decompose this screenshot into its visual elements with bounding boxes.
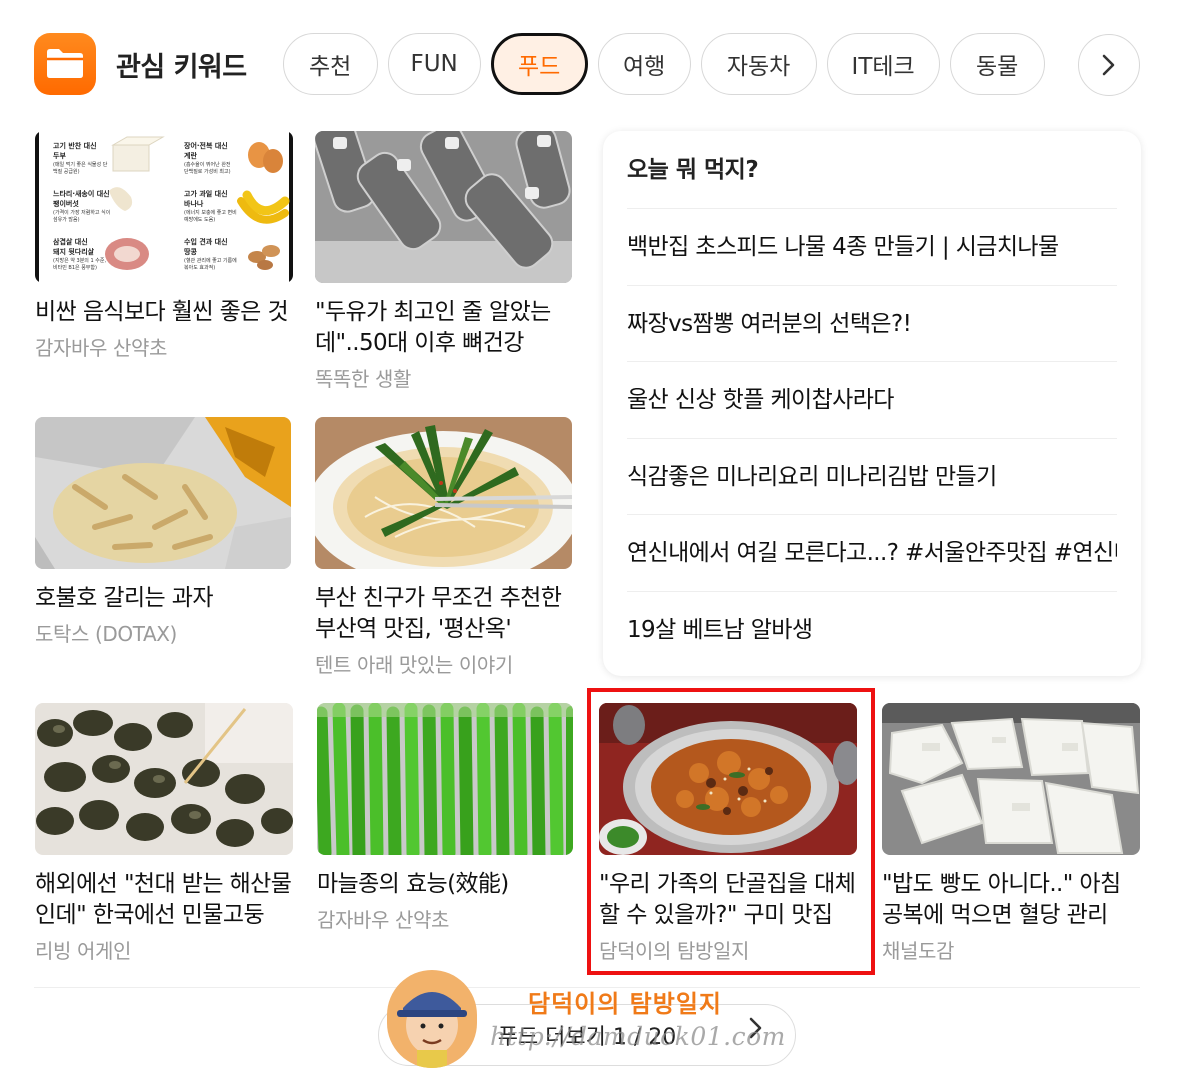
tab-food[interactable]: 푸드: [490, 33, 588, 95]
tab-car[interactable]: 자동차: [700, 33, 817, 95]
tab-animal[interactable]: 동물: [949, 33, 1045, 95]
card-source: 텐트 아래 맛있는 이야기: [315, 653, 513, 677]
card-thumbnail: [882, 703, 1140, 855]
card-thumbnail: [315, 417, 572, 569]
card-source: 감자바우 산약초: [35, 336, 167, 360]
card-thumbnail: [315, 131, 572, 283]
highlight-box: [587, 688, 875, 975]
content-card[interactable]: 고기 반찬 대신 두부 (매일 먹기 좋은 식물성 단백질 공급원) 장어·전복…: [35, 131, 293, 361]
list-item[interactable]: 울산 신상 핫플 케이찹사라다: [627, 362, 1117, 439]
tab-travel[interactable]: 여행: [597, 33, 691, 95]
tab-fun[interactable]: FUN: [387, 33, 481, 95]
card-source: 똑똑한 생활: [315, 367, 411, 391]
card-thumbnail: [317, 703, 573, 855]
nutrition-item: 삼겹살 대신 돼지 뒷다리살 (지방은 약 3분의 1 수준, 비타민 B1은 …: [53, 238, 107, 271]
list-item[interactable]: 연신내에서 여길 모른다고...? #서울안주맛집 #연신내: [627, 515, 1117, 592]
card-source: 도탁스 (DOTAX): [35, 622, 177, 646]
card-title[interactable]: 호불호 갈리는 과자: [35, 583, 291, 614]
watermark-name: 담덕이의 탐방일지: [528, 989, 722, 1018]
card-title[interactable]: "두유가 최고인 줄 알았는데"..50대 이후 뼈건강: [315, 297, 572, 359]
nutrition-item: 장어·전복 대신 계란 (흡수율이 뛰어난 완전 단백질로 가성비 최고): [184, 142, 231, 175]
content-card[interactable]: 부산 친구가 무조건 추천한 부산역 맛집, '평산옥' 텐트 아래 맛있는 이…: [315, 417, 572, 678]
panel-list: 백반집 초스피드 나물 4종 만들기 | 시금치나물 짜장vs짬뽕 여러분의 선…: [627, 209, 1117, 668]
panel-title: 오늘 뭐 먹지?: [627, 131, 1117, 209]
content-card[interactable]: "밥도 빵도 아니다.." 아침 공복에 먹으면 혈당 관리 채널도감: [882, 703, 1140, 964]
card-title[interactable]: 비싼 음식보다 훨씬 좋은 것: [35, 297, 293, 328]
nutrition-item: 느타리·새송이 대신 팽이버섯 (가격이 가장 저렴하고 식이섬유가 많음): [53, 190, 111, 223]
card-thumbnail: [35, 703, 293, 855]
card-thumbnail: 고기 반찬 대신 두부 (매일 먹기 좋은 식물성 단백질 공급원) 장어·전복…: [35, 131, 293, 283]
content-card[interactable]: 해외에선 "천대 받는 해산물인데" 한국에선 민물고둥 리빙 어게인: [35, 703, 293, 964]
list-item[interactable]: 식감좋은 미나리요리 미나리김밥 만들기: [627, 439, 1117, 515]
card-title[interactable]: 부산 친구가 무조건 추천한 부산역 맛집, '평산옥': [315, 583, 572, 645]
nutrition-item: 고가 과일 대신 바나나 (에너지 보충에 좋고 변비 예방에도 도움): [184, 190, 237, 223]
tab-recommend[interactable]: 추천: [282, 33, 378, 95]
card-title[interactable]: 마늘종의 효능(效能): [317, 869, 573, 900]
content-card[interactable]: 마늘종의 효능(效能) 감자바우 산약초: [317, 703, 573, 933]
tab-it-tech[interactable]: IT테크: [826, 33, 940, 95]
nutrition-item: 수입 견과 대신 땅콩 (혈관 관리에 좋고 기름에 볶아도 효과적): [184, 238, 237, 271]
content-card[interactable]: 호불호 갈리는 과자 도탁스 (DOTAX): [35, 417, 291, 647]
card-source: 감자바우 산약초: [317, 908, 449, 932]
list-item[interactable]: 백반집 초스피드 나물 4종 만들기 | 시금치나물: [627, 209, 1117, 286]
nutrition-item: 고기 반찬 대신 두부 (매일 먹기 좋은 식물성 단백질 공급원): [53, 142, 108, 175]
tabs-next-button[interactable]: [1078, 34, 1140, 96]
keyword-header: 관심 키워드 추천 FUN 푸드 여행 자동차 IT테크 동물: [34, 32, 1144, 96]
card-title[interactable]: "밥도 빵도 아니다.." 아침 공복에 먹으면 혈당 관리: [882, 869, 1140, 931]
card-source: 채널도감: [882, 939, 954, 963]
content-card[interactable]: "두유가 최고인 줄 알았는데"..50대 이후 뼈건강 똑똑한 생활: [315, 131, 572, 392]
keyword-tabs: 추천 FUN 푸드 여행 자동차 IT테크 동물: [282, 33, 1045, 95]
list-item[interactable]: 짜장vs짬뽕 여러분의 선택은?!: [627, 286, 1117, 362]
list-item[interactable]: 19살 베트남 알바생: [627, 592, 1117, 669]
card-source: 리빙 어게인: [35, 939, 131, 963]
watermark-avatar: [387, 970, 477, 1068]
section-title: 관심 키워드: [116, 51, 247, 83]
card-thumbnail: [35, 417, 291, 569]
card-title[interactable]: 해외에선 "천대 받는 해산물인데" 한국에선 민물고둥: [35, 869, 293, 931]
watermark-url: http://damduck01.com: [490, 1022, 786, 1051]
folder-icon: [34, 33, 96, 95]
today-menu-panel: 오늘 뭐 먹지? 백반집 초스피드 나물 4종 만들기 | 시금치나물 짜장vs…: [603, 131, 1141, 676]
chevron-right-icon: [1102, 54, 1115, 76]
